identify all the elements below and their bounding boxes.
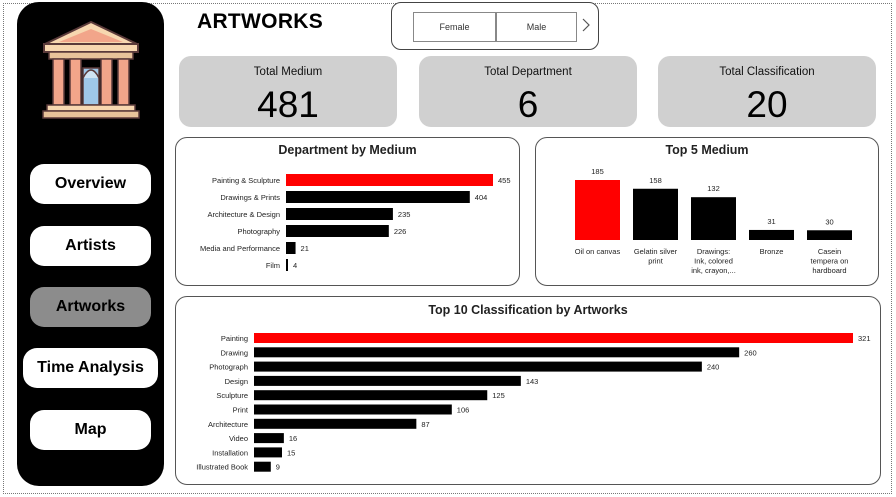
bar — [254, 390, 488, 401]
sidebar: Overview Artists Artworks Time Analysis … — [17, 2, 164, 486]
data-label: 4 — [293, 261, 297, 270]
bar — [254, 461, 271, 472]
data-label: 235 — [398, 210, 411, 219]
bar — [286, 225, 389, 237]
bar — [286, 259, 288, 271]
category-label: Architecture — [208, 420, 248, 429]
data-label: 30 — [825, 217, 833, 226]
category-label: Illustrated Book — [196, 463, 248, 472]
page-title: ARTWORKS — [197, 10, 324, 33]
bar — [254, 404, 452, 415]
category-label: Media and Performance — [200, 244, 280, 253]
category-label: Installation — [212, 448, 248, 457]
data-label: 158 — [649, 176, 662, 185]
data-label: 404 — [475, 193, 488, 202]
bar — [254, 361, 702, 372]
bar — [254, 418, 417, 429]
category-label: Oil on canvas — [575, 247, 621, 256]
data-label: 143 — [526, 377, 539, 386]
kpi-value: 6 — [517, 84, 539, 125]
top-5-medium-chart: 185 Oil on canvas 158 Gelatin silverprint 13… — [575, 167, 852, 275]
bar — [575, 180, 620, 240]
data-label: 185 — [591, 167, 604, 176]
category-label: print — [648, 257, 664, 266]
category-label: Print — [233, 406, 249, 415]
museum-building-icon — [42, 20, 140, 119]
bar — [254, 447, 282, 458]
bar — [691, 197, 736, 240]
category-label: Design — [225, 377, 248, 386]
data-label: 9 — [276, 463, 280, 472]
bar — [254, 347, 740, 358]
category-label: Gelatin silver — [634, 247, 678, 256]
data-label: 132 — [707, 184, 720, 193]
top-10-classification-chart: Painting 321 Drawing 260 Photograph 240 Design… — [196, 333, 871, 472]
data-label: 321 — [858, 334, 871, 343]
gender-slicer: Female Male — [391, 2, 599, 50]
category-label: tempera on — [811, 257, 849, 266]
department-by-medium-panel: Department by Medium Painting & Sculptur… — [175, 137, 520, 286]
category-label: ink, crayon,... — [691, 266, 736, 275]
category-label: hardboard — [812, 266, 846, 275]
category-label: Drawing — [220, 348, 248, 357]
category-label: Drawings & Prints — [220, 193, 280, 202]
kpi-label: Total Classification — [719, 66, 815, 78]
data-label: 16 — [289, 434, 297, 443]
category-label: Film — [266, 261, 280, 270]
category-label: Video — [229, 434, 248, 443]
data-label: 260 — [744, 348, 757, 357]
slicer-option-male[interactable]: Male — [496, 12, 577, 42]
category-label: Drawings: — [697, 247, 730, 256]
bar — [286, 208, 393, 220]
bar — [254, 333, 853, 343]
chevron-right-icon[interactable] — [582, 18, 590, 35]
data-label: 106 — [457, 406, 470, 415]
nav-map-button[interactable]: Map — [30, 410, 151, 450]
category-label: Photography — [237, 227, 280, 236]
kpi-card-total-medium: Total Medium 481 — [179, 56, 397, 127]
bar — [254, 375, 521, 386]
bar — [633, 188, 678, 240]
data-label: 240 — [707, 363, 720, 372]
kpi-card-total-department: Total Department 6 — [419, 56, 637, 127]
data-label: 15 — [287, 448, 295, 457]
kpi-label: Total Department — [484, 66, 572, 78]
bar — [807, 230, 852, 240]
kpi-label: Total Medium — [253, 66, 323, 78]
nav-artworks-button[interactable]: Artworks — [30, 287, 151, 327]
kpi-card-total-classification: Total Classification 20 — [658, 56, 876, 127]
data-label: 226 — [394, 227, 407, 236]
category-label: Casein — [818, 247, 841, 256]
nav-overview-button[interactable]: Overview — [30, 164, 151, 204]
bar — [286, 174, 493, 186]
data-label: 455 — [498, 176, 511, 185]
top-5-medium-panel: Top 5 Medium 185 Oil on canvas 158 Gelatin … — [535, 137, 879, 286]
bar — [286, 191, 470, 203]
data-label: 21 — [301, 244, 309, 253]
bar — [254, 433, 284, 444]
bar — [286, 242, 296, 254]
category-label: Sculpture — [216, 391, 248, 400]
category-label: Ink, colored — [694, 257, 733, 266]
slicer-option-female[interactable]: Female — [413, 12, 496, 42]
top-10-classification-panel: Top 10 Classification by Artworks Painti… — [175, 296, 881, 485]
category-label: Painting — [221, 334, 248, 343]
data-label: 31 — [767, 217, 775, 226]
kpi-value: 20 — [746, 84, 788, 125]
category-label: Painting & Sculpture — [212, 176, 280, 185]
department-by-medium-chart: Painting & Sculpture 455 Drawings & Prints… — [200, 174, 511, 271]
nav-time-analysis-button[interactable]: Time Analysis — [23, 348, 158, 388]
kpi-value: 481 — [257, 84, 319, 125]
data-label: 87 — [421, 420, 429, 429]
bar — [749, 229, 794, 240]
nav-artists-button[interactable]: Artists — [30, 226, 151, 266]
category-label: Bronze — [760, 247, 784, 256]
category-label: Architecture & Design — [207, 210, 280, 219]
category-label: Photograph — [209, 363, 248, 372]
data-label: 125 — [492, 391, 505, 400]
